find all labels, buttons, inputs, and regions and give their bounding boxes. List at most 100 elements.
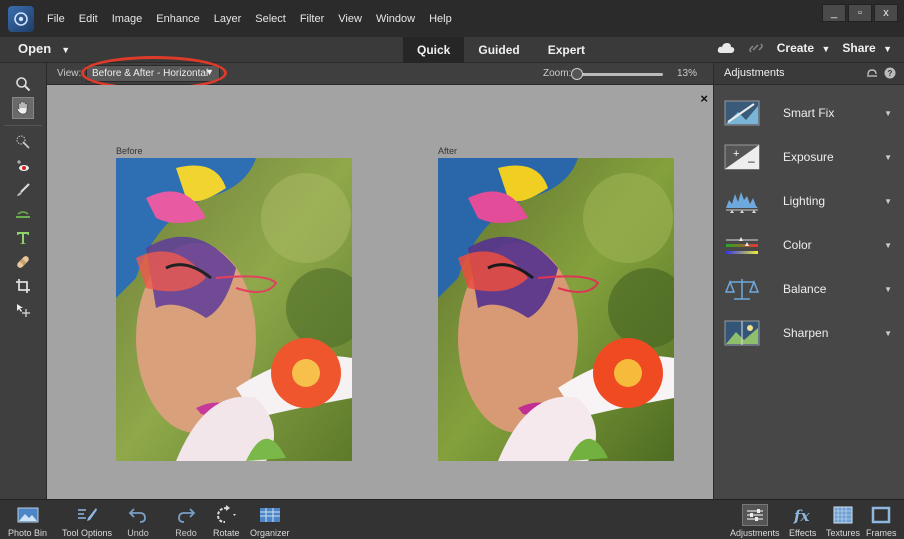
- balance-icon: [724, 279, 760, 300]
- menu-help[interactable]: Help: [422, 13, 459, 25]
- undo-button[interactable]: Undo: [125, 504, 151, 538]
- share-label: Share: [842, 41, 876, 55]
- minimize-button[interactable]: _: [822, 4, 846, 22]
- photo-bin-button[interactable]: Photo Bin: [8, 504, 47, 538]
- adjustment-color[interactable]: Color ▼: [714, 225, 904, 265]
- adjustments-button[interactable]: Adjustments: [730, 504, 780, 538]
- red-eye-tool[interactable]: [12, 155, 34, 177]
- open-label: Open: [18, 41, 52, 56]
- image-canvas[interactable]: × Before After: [47, 85, 713, 499]
- organizer-button[interactable]: Organizer: [250, 504, 290, 538]
- tools-panel: [0, 63, 47, 499]
- straighten-icon: [16, 211, 30, 218]
- sharpen-icon: [724, 320, 760, 346]
- tab-expert[interactable]: Expert: [534, 37, 599, 63]
- svg-text:+: +: [733, 148, 739, 160]
- help-icon[interactable]: ?: [884, 67, 896, 79]
- adjustment-smart-fix[interactable]: Smart Fix ▼: [714, 93, 904, 133]
- chevron-down-icon: ▼: [884, 284, 892, 294]
- reset-icon[interactable]: [866, 67, 878, 79]
- create-button[interactable]: Create ▼: [777, 41, 831, 55]
- frames-button[interactable]: Frames: [866, 504, 897, 538]
- effects-icon: fx: [793, 507, 810, 524]
- panel-header: Adjustments ?: [714, 63, 904, 85]
- tab-guided[interactable]: Guided: [464, 37, 533, 63]
- adjustment-label: Color: [783, 238, 812, 252]
- adjustment-exposure[interactable]: + – Exposure ▼: [714, 137, 904, 177]
- tab-quick[interactable]: Quick: [403, 37, 465, 63]
- menu-window[interactable]: Window: [369, 13, 422, 25]
- tool-options-label: Tool Options: [62, 528, 113, 538]
- adjustment-balance[interactable]: Balance ▼: [714, 269, 904, 309]
- photo-bin-label: Photo Bin: [8, 528, 48, 538]
- adjustment-label: Sharpen: [783, 326, 829, 340]
- chevron-down-icon: ▼: [884, 328, 892, 338]
- window-controls: _ ▫ x: [822, 4, 898, 22]
- menu-enhance[interactable]: Enhance: [149, 13, 206, 25]
- brush-icon: [17, 183, 30, 196]
- svg-text:fx: fx: [793, 507, 810, 524]
- redo-icon: [178, 508, 196, 523]
- open-button[interactable]: Open ▼: [18, 41, 70, 56]
- rotate-button[interactable]: Rotate: [213, 504, 240, 538]
- adjustment-label: Smart Fix: [783, 106, 835, 120]
- menu-view[interactable]: View: [331, 13, 369, 25]
- maximize-button[interactable]: ▫: [848, 4, 872, 22]
- panel-title: Adjustments: [724, 67, 785, 79]
- chevron-down-icon: ▼: [61, 45, 71, 55]
- type-tool[interactable]: [12, 227, 34, 249]
- photo-bin-icon: [17, 507, 39, 523]
- straighten-tool[interactable]: [12, 203, 34, 225]
- close-image-button[interactable]: ×: [700, 91, 708, 106]
- quick-selection-tool[interactable]: [12, 131, 34, 153]
- redo-button[interactable]: Redo: [173, 504, 199, 538]
- share-button[interactable]: Share ▼: [842, 41, 892, 55]
- chevron-down-icon: ▼: [884, 240, 892, 250]
- menu-image[interactable]: Image: [105, 13, 150, 25]
- hand-tool[interactable]: [12, 97, 34, 119]
- whiten-teeth-tool[interactable]: [12, 179, 34, 201]
- tool-options-icon: [78, 508, 98, 521]
- chevron-down-icon: ▼: [884, 152, 892, 162]
- menu-layer[interactable]: Layer: [207, 13, 249, 25]
- link-icon[interactable]: [747, 41, 765, 55]
- adjustment-label: Exposure: [783, 150, 834, 164]
- menu-edit[interactable]: Edit: [72, 13, 105, 25]
- cloud-icon[interactable]: [717, 41, 735, 55]
- zoom-slider-thumb[interactable]: [571, 68, 583, 80]
- menu-filter[interactable]: Filter: [293, 13, 331, 25]
- rotate-label: Rotate: [213, 528, 240, 538]
- textures-button[interactable]: Textures: [826, 504, 860, 538]
- exposure-icon: + –: [724, 144, 760, 170]
- rotate-icon: [217, 505, 237, 523]
- zoom-tool[interactable]: [12, 73, 34, 95]
- zoom-slider-track[interactable]: [575, 73, 663, 76]
- lighting-icon: [726, 192, 758, 213]
- quick-selection-icon: [16, 135, 30, 149]
- type-icon: [17, 232, 29, 244]
- tool-options-button[interactable]: Tool Options: [62, 504, 112, 538]
- textures-label: Textures: [826, 528, 861, 538]
- crop-icon: [16, 279, 30, 293]
- after-photo: [438, 158, 674, 461]
- organizer-icon: [259, 508, 280, 522]
- spot-healing-tool[interactable]: [12, 251, 34, 273]
- bandage-icon: [17, 256, 29, 268]
- adjustment-lighting[interactable]: Lighting ▼: [714, 181, 904, 221]
- undo-label: Undo: [127, 528, 149, 538]
- before-photo: [116, 158, 352, 461]
- after-label: After: [438, 146, 458, 156]
- move-tool[interactable]: [12, 299, 34, 321]
- effects-button[interactable]: fx Effects: [789, 504, 816, 538]
- crop-tool[interactable]: [12, 275, 34, 297]
- menu-bar: File Edit Image Enhance Layer Select Fil…: [0, 0, 904, 37]
- bottom-taskbar: Photo Bin Tool Options Undo Redo Rotate …: [0, 499, 904, 539]
- close-window-button[interactable]: x: [874, 4, 898, 22]
- svg-text:–: –: [748, 154, 755, 168]
- menu-file[interactable]: File: [40, 13, 72, 25]
- adjustment-sharpen[interactable]: Sharpen ▼: [714, 313, 904, 353]
- color-icon: [726, 237, 758, 254]
- smart-fix-icon: [724, 100, 760, 126]
- before-label: Before: [116, 146, 143, 156]
- menu-select[interactable]: Select: [248, 13, 293, 25]
